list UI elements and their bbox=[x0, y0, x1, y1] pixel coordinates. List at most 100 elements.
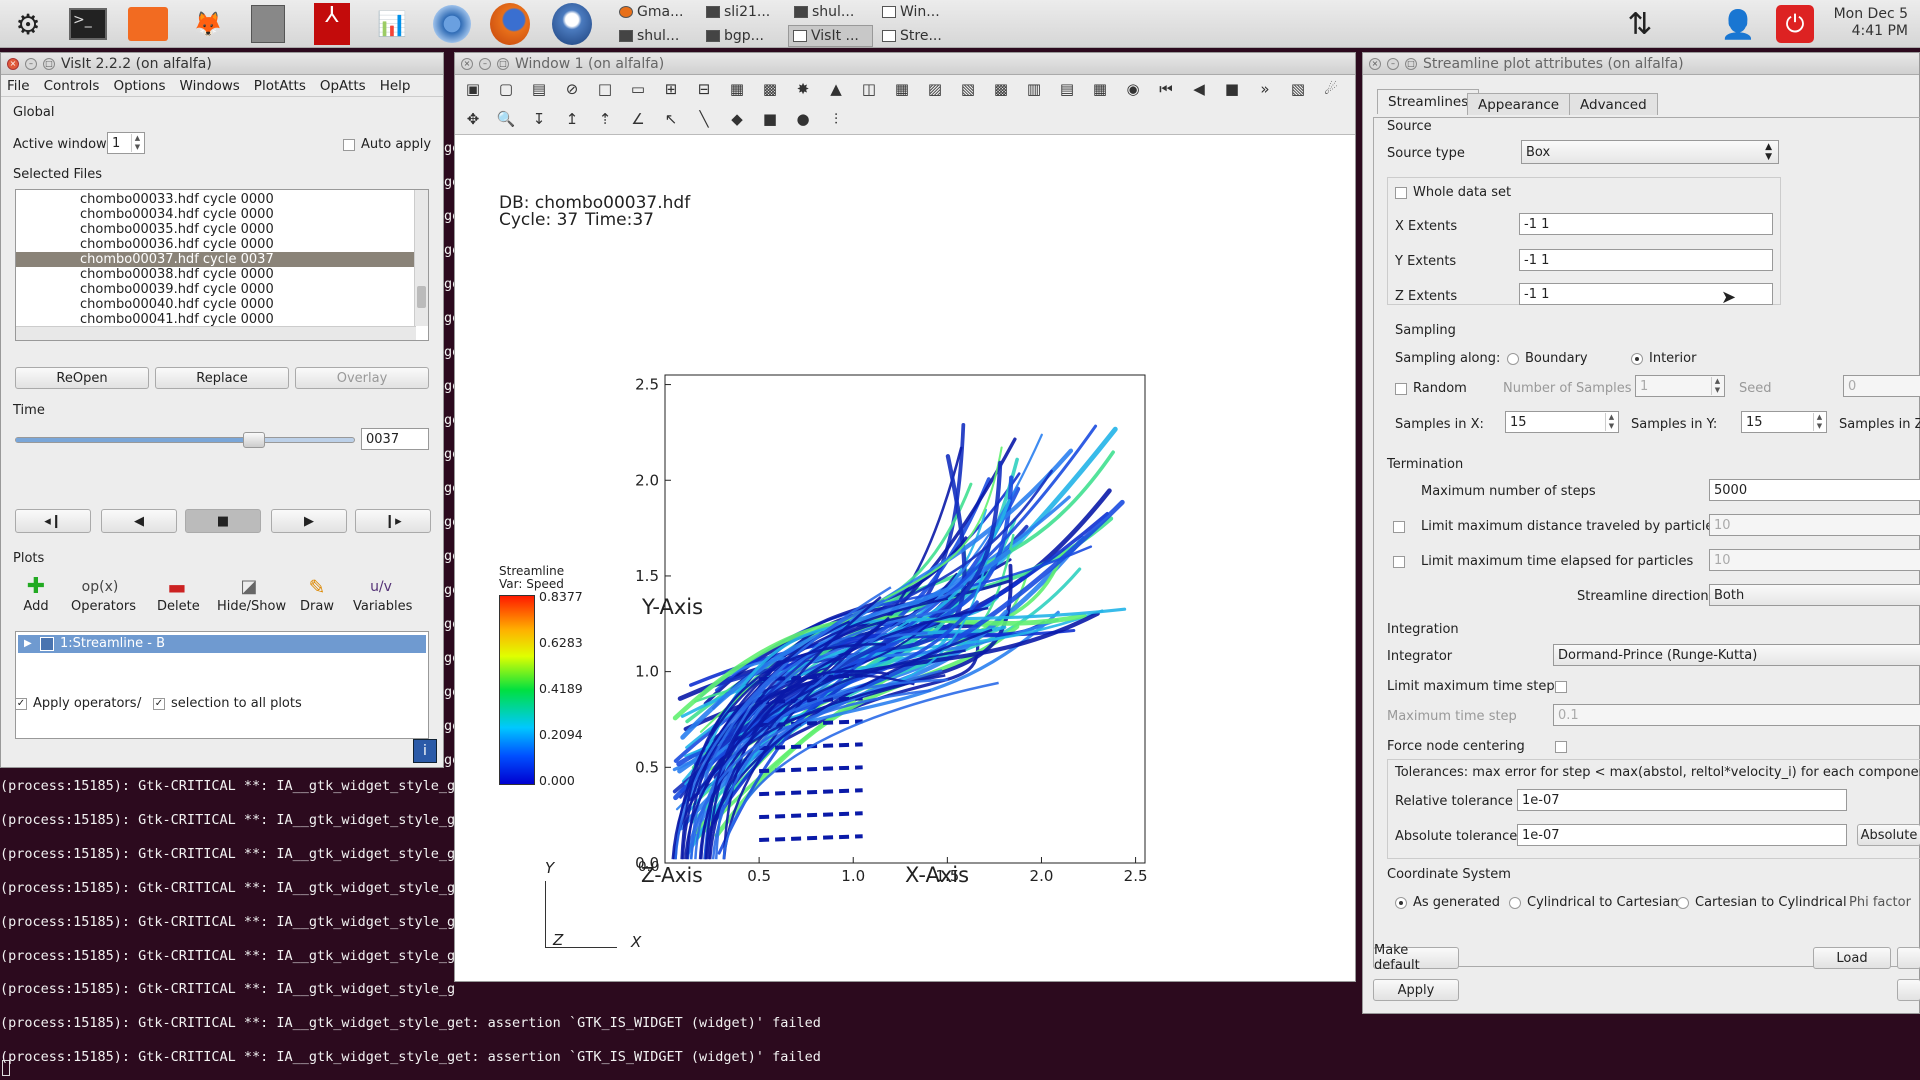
layout-2-icon[interactable]: ▭ bbox=[626, 77, 650, 101]
task-shul-1[interactable]: shul... bbox=[790, 1, 875, 23]
pick-node-icon[interactable]: ↖ bbox=[659, 107, 683, 131]
save-icon[interactable]: ▧ bbox=[1286, 77, 1310, 101]
ubuntu-logo-icon[interactable]: ⚙ bbox=[8, 4, 48, 44]
time-input[interactable]: 0037 bbox=[361, 428, 429, 450]
rewind-icon[interactable]: ⏮ bbox=[1154, 77, 1178, 101]
lineout-z-icon[interactable]: ↧ bbox=[527, 107, 551, 131]
file-list-item[interactable]: chombo00034.hdf cycle 0000 bbox=[16, 207, 414, 222]
navigate-icon[interactable]: ✥ bbox=[461, 107, 485, 131]
more-icon[interactable]: » bbox=[1253, 77, 1277, 101]
clear-window-icon[interactable]: ⊘ bbox=[560, 77, 584, 101]
menu-controls[interactable]: Controls bbox=[44, 78, 100, 94]
minimize-icon[interactable]: – bbox=[25, 57, 37, 70]
limit-distance-checkbox[interactable] bbox=[1393, 519, 1411, 534]
thunderbird-icon[interactable] bbox=[552, 3, 592, 45]
task-bgp[interactable]: bgp... bbox=[702, 25, 787, 47]
time-slider[interactable] bbox=[15, 432, 355, 448]
minimize-icon[interactable]: – bbox=[1387, 57, 1399, 70]
files-icon[interactable] bbox=[128, 4, 168, 44]
menu-file[interactable]: File bbox=[7, 78, 30, 94]
active-icon[interactable]: ■ bbox=[1220, 77, 1244, 101]
as-generated-radio[interactable]: As generated bbox=[1395, 895, 1500, 910]
network-arrows-icon[interactable]: ⇅ bbox=[1620, 4, 1660, 44]
gimp-icon[interactable]: 🦊 bbox=[188, 4, 228, 44]
auto-apply-checkbox[interactable]: Auto apply bbox=[343, 137, 431, 152]
pdf-icon[interactable]: ⅄ bbox=[312, 3, 352, 45]
copy-view-icon[interactable]: ▨ bbox=[923, 77, 947, 101]
forward-step-button[interactable]: ❙▸ bbox=[355, 509, 431, 533]
task-visit[interactable]: VisIt ... bbox=[788, 25, 873, 47]
zoom-view-icon[interactable]: ◉ bbox=[1121, 77, 1145, 101]
sphere-tool-icon[interactable]: ● bbox=[791, 107, 815, 131]
x-extents-input[interactable]: -1 1 bbox=[1519, 213, 1773, 235]
copy-atts-icon[interactable]: ▩ bbox=[989, 77, 1013, 101]
add-plot-button[interactable]: ✚ Add bbox=[21, 575, 51, 615]
dismiss-button[interactable] bbox=[1897, 979, 1920, 1001]
max-step-input[interactable]: 0.1 bbox=[1553, 704, 1920, 726]
nav-icon[interactable]: ▣ bbox=[461, 77, 485, 101]
lineout-n-icon[interactable]: ↥ bbox=[560, 107, 584, 131]
samples-x-input[interactable]: 15 ▲ ▼ bbox=[1505, 411, 1619, 433]
file-list-item[interactable]: chombo00041.hdf cycle 0000 bbox=[16, 312, 414, 327]
fullframe-icon[interactable]: ▦ bbox=[890, 77, 914, 101]
plot-list-item[interactable]: ▶ 1:Streamline - B bbox=[18, 635, 426, 653]
time-slider-handle[interactable] bbox=[243, 432, 265, 448]
file-list-item[interactable]: chombo00033.hdf cycle 0000 bbox=[16, 192, 414, 207]
close-icon[interactable]: × bbox=[7, 57, 19, 70]
force-node-checkbox[interactable] bbox=[1555, 739, 1573, 754]
zoom-icon[interactable]: 🔍 bbox=[494, 107, 518, 131]
file-list[interactable]: chombo00033.hdf cycle 0000 chombo00034.hd… bbox=[15, 189, 429, 341]
file-list-item[interactable]: chombo00035.hdf cycle 0000 bbox=[16, 222, 414, 237]
lock-icon[interactable]: ▲ bbox=[824, 77, 848, 101]
random-checkbox[interactable]: Random bbox=[1395, 381, 1467, 396]
stop-button[interactable]: ■ bbox=[185, 509, 261, 533]
presentation-icon[interactable]: 📊 bbox=[372, 4, 412, 44]
layout-4-icon[interactable]: ⊞ bbox=[659, 77, 683, 101]
seed-input[interactable]: 0 bbox=[1843, 375, 1920, 397]
terminal-icon[interactable]: >_ bbox=[68, 4, 108, 44]
tab-advanced[interactable]: Advanced bbox=[1569, 93, 1658, 115]
close-icon[interactable]: × bbox=[461, 57, 473, 70]
maximize-icon[interactable]: □ bbox=[43, 57, 55, 70]
plane-tool-icon[interactable]: ■ bbox=[758, 107, 782, 131]
num-samples-input[interactable]: 1 ▲ ▼ bbox=[1635, 375, 1725, 397]
file-list-item[interactable]: chombo00038.hdf cycle 0000 bbox=[16, 267, 414, 282]
info-icon[interactable]: i bbox=[413, 739, 437, 763]
absolute-select[interactable]: Absolute bbox=[1857, 824, 1920, 846]
limit-distance-input[interactable]: 10 bbox=[1709, 514, 1920, 536]
streamline-plot[interactable]: 0.5 1.0 1.5 2.0 2.50.00.51.01.52.02.5 bbox=[455, 53, 1357, 933]
sliders-icon[interactable]: ⫶ bbox=[824, 107, 848, 131]
active-window-select[interactable]: 1 ▲ ▼ bbox=[107, 132, 145, 154]
layout-16-icon[interactable]: ▩ bbox=[758, 77, 782, 101]
task-gmail[interactable]: Gma... bbox=[615, 1, 700, 23]
apply-button[interactable]: Apply bbox=[1373, 979, 1459, 1001]
undo-view-icon[interactable]: ▥ bbox=[1022, 77, 1046, 101]
file-list-hscrollbar[interactable] bbox=[16, 326, 416, 340]
maximize-icon[interactable]: □ bbox=[497, 57, 509, 70]
maximize-icon[interactable]: □ bbox=[1405, 57, 1417, 70]
hide-show-button[interactable]: ◪ Hide/Show bbox=[217, 575, 286, 614]
plot-axes-icon[interactable]: ∠ bbox=[626, 107, 650, 131]
perspective-icon[interactable]: ◫ bbox=[857, 77, 881, 101]
file-list-item[interactable]: chombo00040.hdf cycle 0000 bbox=[16, 297, 414, 312]
streamline-titlebar[interactable]: × – □ Streamline plot attributes (on alf… bbox=[1363, 53, 1919, 75]
box-tool-icon[interactable]: ◆ bbox=[725, 107, 749, 131]
limit-step-checkbox[interactable] bbox=[1555, 679, 1573, 694]
delete-plot-button[interactable]: ▬ Delete bbox=[157, 575, 200, 614]
reverse-step-button[interactable]: ◂❙ bbox=[15, 509, 91, 533]
reset-view-icon[interactable]: ▤ bbox=[1055, 77, 1079, 101]
file-list-item[interactable]: chombo00036.hdf cycle 0000 bbox=[16, 237, 414, 252]
main-titlebar[interactable]: × – □ VisIt 2.2.2 (on alfalfa) bbox=[1, 53, 443, 75]
line-tool-icon[interactable]: ╲ bbox=[692, 107, 716, 131]
user-icon[interactable]: 👤 bbox=[1718, 4, 1758, 44]
relative-tolerance-input[interactable]: 1e-07 bbox=[1517, 789, 1847, 811]
task-streamline[interactable]: Stre... bbox=[878, 25, 963, 47]
clone-window-icon[interactable]: ▤ bbox=[527, 77, 551, 101]
recenter-icon[interactable]: ▦ bbox=[1088, 77, 1112, 101]
layout-1-icon[interactable]: □ bbox=[593, 77, 617, 101]
step-back-icon[interactable]: ◀ bbox=[1187, 77, 1211, 101]
layout-8-icon[interactable]: ⊟ bbox=[692, 77, 716, 101]
replace-button[interactable]: Replace bbox=[155, 367, 289, 389]
integrator-select[interactable]: Dormand-Prince (Runge-Kutta) bbox=[1553, 644, 1920, 666]
draw-button[interactable]: ✎ Draw bbox=[299, 575, 335, 614]
